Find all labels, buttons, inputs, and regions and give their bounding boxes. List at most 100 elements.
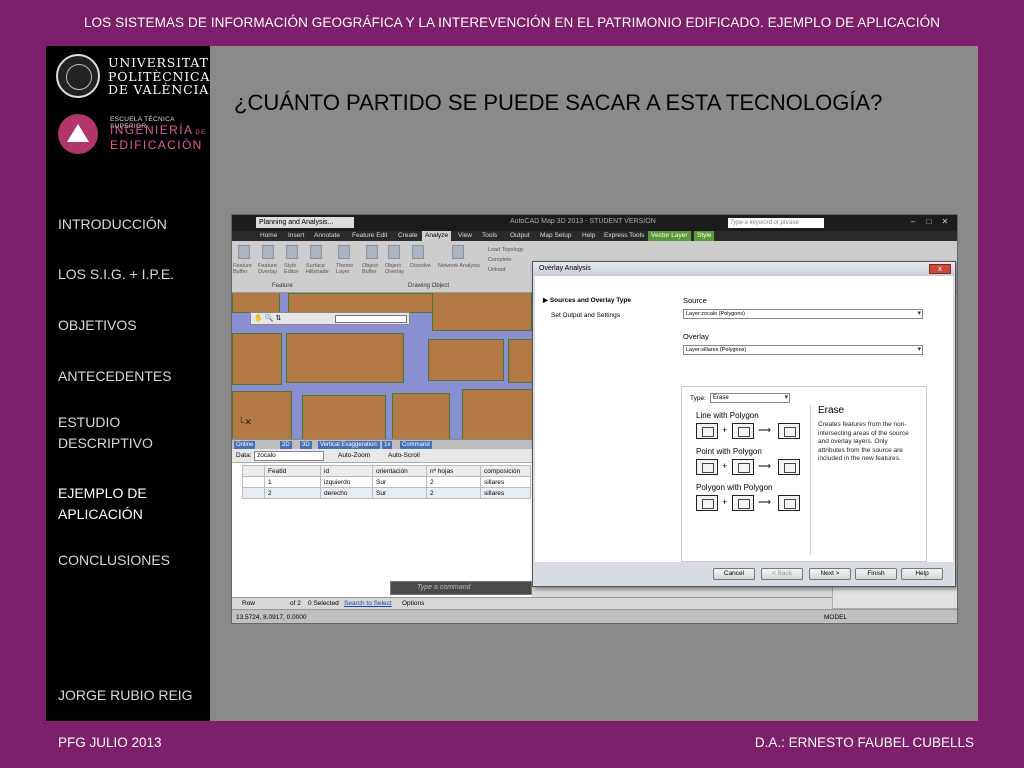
column-header[interactable]: composición (480, 465, 531, 477)
surface-hillshade-icon[interactable] (310, 245, 322, 259)
slide-title: ¿CUÁNTO PARTIDO SE PUEDE SACAR A ESTA TE… (234, 90, 883, 115)
tab-online[interactable]: Online (234, 441, 256, 449)
column-header[interactable]: FeatId (264, 465, 321, 477)
dissolve-icon[interactable] (412, 245, 424, 259)
map-layer-select[interactable] (335, 315, 407, 323)
polygon-layer-icon (696, 495, 718, 511)
university-name: UNIVERSITAT POLITÈCNICA DE VALÈNCIA (108, 55, 211, 97)
nav-item-estudio-descriptivo[interactable]: ESTUDIO DESCRIPTIVO (58, 412, 168, 454)
tab-3d[interactable]: 3D (300, 441, 312, 449)
nav-item-objetivos[interactable]: OBJETIVOS (58, 315, 208, 336)
load-topology-label[interactable]: Load Topology (488, 247, 538, 253)
select-icon[interactable]: ⇅ (275, 315, 281, 322)
app-titlebar: Planning and Analysis... AutoCAD Map 3D … (232, 215, 957, 231)
step-output-settings[interactable]: Set Output and Settings (551, 312, 620, 319)
minimize-icon[interactable]: – (908, 217, 918, 227)
next-button[interactable]: Next > (809, 568, 851, 580)
tab-analyze[interactable]: Analyze (422, 231, 452, 241)
back-button[interactable]: < Back (761, 568, 803, 580)
footer-director: D.A.: ERNESTO FAUBEL CUBELLS (754, 735, 974, 750)
presentation-header: LOS SISTEMAS DE INFORMACIÓN GEOGRÁFICA Y… (83, 15, 941, 30)
map-polygon (428, 339, 504, 381)
workspace-selector[interactable]: Planning and Analysis... (256, 217, 354, 228)
column-header[interactable]: id (320, 465, 373, 477)
step-sources-overlay[interactable]: ▶ Sources and Overlay Type (543, 296, 631, 304)
tab-2d[interactable]: 2D (280, 441, 292, 449)
object-overlay-icon[interactable] (388, 245, 400, 259)
point-layer-icon (696, 459, 718, 475)
ucs-icon: └✕ (238, 417, 252, 427)
school-name: INGENIERÍA DE EDIFICACIÓN (110, 123, 207, 152)
finish-button[interactable]: Finish (855, 568, 897, 580)
school-logo: ESCUELA TÉCNICA SUPERIOR INGENIERÍA DE ED… (56, 114, 208, 158)
option-polygon-with-polygon[interactable]: Polygon with Polygon (696, 483, 773, 492)
overlay-analysis-dialog: Overlay Analysis x ▶ Sources and Overlay… (532, 261, 956, 587)
tab-vector-layer[interactable]: Vector Layer (648, 231, 691, 241)
data-toolbar: Data: zocalo Auto-Zoom Auto-Scroll (232, 449, 532, 463)
tab-tools[interactable]: Tools (482, 231, 497, 241)
tab-feature-edit[interactable]: Feature Edit (352, 231, 387, 241)
tab-view[interactable]: View (458, 231, 472, 241)
overlay-type-panel: Type: Erase Line with Polygon + ⟶ Point … (681, 386, 927, 562)
option-point-with-polygon[interactable]: Point with Polygon (696, 447, 762, 456)
nav-item-introduccion[interactable]: INTRODUCCIÓN (58, 214, 208, 235)
tab-home[interactable]: Home (260, 231, 277, 241)
map-toolbar[interactable]: ✋ 🔍 ⇅ (250, 312, 410, 325)
type-select[interactable]: Erase (710, 393, 790, 403)
table-row[interactable]: 2 derecho Sur 2 sillares (242, 487, 531, 499)
tab-create[interactable]: Create (398, 231, 418, 241)
polygon-polygon-diagram: + ⟶ (696, 495, 800, 511)
tab-output[interactable]: Output (510, 231, 530, 241)
column-header[interactable]: nº hojas (426, 465, 481, 477)
tab-map-setup[interactable]: Map Setup (540, 231, 571, 241)
feature-buffer-icon[interactable] (238, 245, 250, 259)
table-row[interactable]: 1 izquierdo Sur 2 sillares (242, 476, 531, 488)
tab-express-tools[interactable]: Express Tools (604, 231, 644, 241)
command-input[interactable]: Type a command (390, 581, 532, 595)
tab-insert[interactable]: Insert (288, 231, 304, 241)
model-space-toggle[interactable]: MODEL (824, 610, 847, 623)
tab-help[interactable]: Help (582, 231, 595, 241)
auto-scroll-button[interactable]: Auto-Scroll (388, 449, 420, 463)
auto-zoom-button[interactable]: Auto-Zoom (338, 449, 370, 463)
map-polygon (288, 293, 438, 313)
theme-layer-icon[interactable] (338, 245, 350, 259)
tab-style[interactable]: Style (694, 231, 715, 241)
app-title: AutoCAD Map 3D 2013 - STUDENT VERSION (510, 218, 656, 225)
cancel-button[interactable]: Cancel (713, 568, 755, 580)
help-search-input[interactable]: Type a keyword or phrase (728, 218, 824, 228)
column-header[interactable]: orientación (372, 465, 427, 477)
dialog-close-button[interactable]: x (929, 264, 951, 274)
complete-label[interactable]: Complete (488, 257, 538, 263)
pan-icon[interactable]: ✋ (254, 315, 263, 322)
source-select[interactable]: Layer:zocalo (Polygons) (683, 309, 923, 319)
zoom-icon[interactable]: 🔍 (265, 315, 274, 322)
dissolve-label: Dissolve (410, 263, 431, 269)
style-editor-icon[interactable] (286, 245, 298, 259)
unload-label[interactable]: Unload (488, 267, 538, 273)
line-polygon-diagram: + ⟶ (696, 423, 800, 439)
nav-item-conclusiones[interactable]: CONCLUSIONES (58, 550, 208, 571)
maximize-icon[interactable]: □ (924, 217, 934, 227)
object-buffer-icon[interactable] (366, 245, 378, 259)
data-label: Data: (236, 452, 252, 459)
tab-annotate[interactable]: Annotate (314, 231, 340, 241)
column-header[interactable] (242, 465, 265, 477)
overlay-select[interactable]: Layer:sillares (Polygons) (683, 345, 923, 355)
nav-item-antecedentes[interactable]: ANTECEDENTES (58, 366, 208, 387)
network-analysis-icon[interactable] (452, 245, 464, 259)
close-icon[interactable]: ✕ (940, 217, 950, 227)
nav-item-sig-ipe[interactable]: LOS S.I.G. + I.P.E. (58, 264, 208, 285)
data-source-select[interactable]: zocalo (254, 451, 324, 461)
help-button[interactable]: Help (901, 568, 943, 580)
map-polygon (462, 389, 532, 439)
nav-item-ejemplo-aplicacion[interactable]: EJEMPLO DE APLICACIÓN (58, 483, 168, 525)
vertical-exaggeration-value[interactable]: 1x (382, 441, 393, 449)
slide-content: ¿CUÁNTO PARTIDO SE PUEDE SACAR A ESTA TE… (210, 46, 978, 721)
feature-overlay-icon[interactable] (262, 245, 274, 259)
option-line-with-polygon[interactable]: Line with Polygon (696, 411, 759, 420)
map-view[interactable]: ✋ 🔍 ⇅ └✕ (232, 293, 532, 439)
attribute-table: FeatId id orientación nº hojas composici… (242, 465, 531, 499)
tab-command[interactable]: Command (400, 441, 432, 449)
feature-buffer-label: Feature Buffer (233, 263, 252, 275)
